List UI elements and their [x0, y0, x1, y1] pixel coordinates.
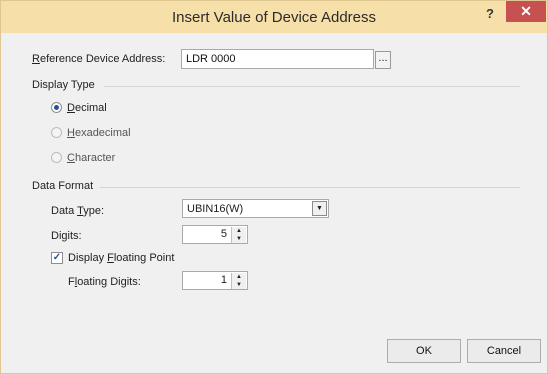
chevron-down-icon[interactable]: ▼: [312, 201, 327, 216]
help-button[interactable]: ?: [479, 5, 501, 25]
radio-character-label: Character: [67, 152, 116, 164]
radio-hexadecimal-label: Hexadecimal: [67, 127, 131, 139]
floating-digits-spin-buttons: ▲ ▼: [231, 273, 246, 289]
digits-stepper[interactable]: 5 ▲ ▼: [182, 225, 248, 244]
digits-label: Digits:: [51, 230, 82, 242]
digits-value: 5: [220, 228, 227, 240]
digits-spin-buttons: ▲ ▼: [231, 227, 246, 243]
floating-digits-value: 1: [220, 274, 227, 286]
reference-address-input[interactable]: LDR 0000: [181, 49, 374, 69]
floating-digits-stepper[interactable]: 1 ▲ ▼: [182, 271, 248, 290]
radio-character-indicator[interactable]: [51, 152, 62, 163]
dialog-body: Reference Device Address: LDR 0000 ... D…: [2, 33, 547, 373]
close-icon: ✕: [520, 3, 532, 19]
floating-digits-label: Floating Digits:: [68, 276, 141, 288]
data-format-divider: [100, 187, 520, 188]
window-title: Insert Value of Device Address: [172, 9, 376, 26]
radio-decimal-label: Decimal: [67, 102, 107, 114]
insert-value-dialog: Insert Value of Device Address ? ✕ Refer…: [0, 0, 548, 374]
display-type-divider: [104, 86, 520, 87]
data-type-label: Data Type:: [51, 205, 105, 217]
close-button[interactable]: ✕: [506, 1, 546, 22]
radio-hexadecimal-indicator[interactable]: [51, 127, 62, 138]
radio-decimal-indicator[interactable]: [51, 102, 62, 113]
data-format-heading: Data Format: [32, 180, 94, 192]
data-type-select[interactable]: UBIN16(W) ▼: [182, 199, 329, 218]
ok-button[interactable]: OK: [387, 339, 461, 363]
data-type-value: UBIN16(W): [187, 203, 244, 215]
browse-address-button[interactable]: ...: [375, 51, 391, 69]
cancel-button[interactable]: Cancel: [467, 339, 541, 363]
digits-decrement-icon[interactable]: ▼: [232, 235, 246, 243]
floating-digits-decrement-icon[interactable]: ▼: [232, 281, 246, 289]
reference-address-label: Reference Device Address:: [32, 53, 166, 65]
display-floating-point-label: Display Floating Point: [68, 252, 175, 264]
display-floating-point-checkbox[interactable]: ✓: [51, 252, 63, 264]
display-type-heading: Display Type: [32, 79, 95, 91]
